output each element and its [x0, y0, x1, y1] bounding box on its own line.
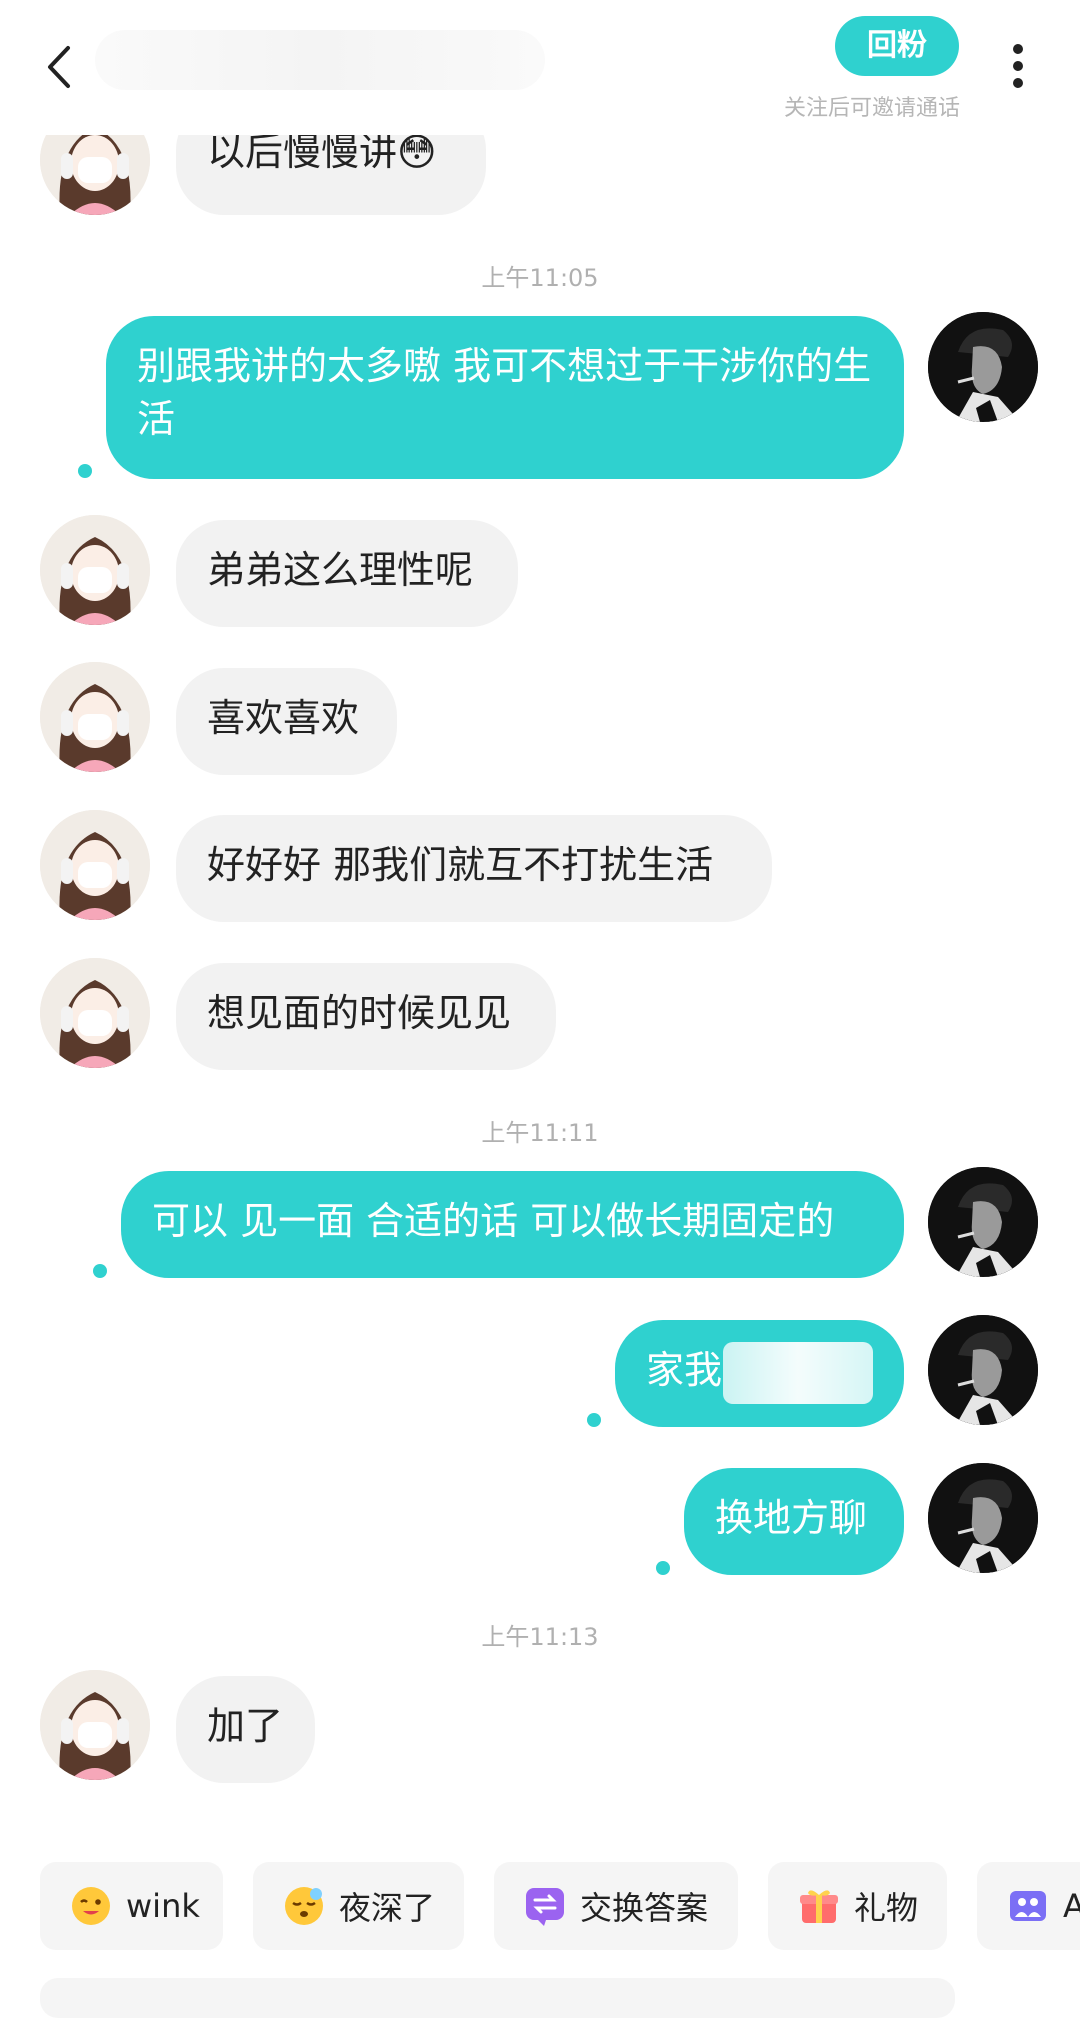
more-dot-icon [1013, 44, 1023, 54]
message-text: 弟弟这么理性呢 [207, 548, 474, 592]
message-bubble-incoming[interactable]: 喜欢喜欢 [176, 668, 397, 775]
follow-back-button[interactable]: 回粉 [835, 16, 959, 76]
message-text: 以后慢慢讲😳 [207, 130, 437, 174]
message-text: 别跟我讲的太多嗷 我可不想过于干涉你的生活 [137, 344, 872, 441]
message-bubble-outgoing[interactable]: 可以 见一面 合适的话 可以做长期固定的 [121, 1171, 904, 1278]
my-avatar[interactable] [928, 1463, 1038, 1573]
message-text: 可以 见一面 合适的话 可以做长期固定的 [152, 1199, 835, 1243]
unread-dot [93, 1264, 107, 1278]
girl-avatar-icon [40, 515, 150, 625]
quick-action-label: A [1063, 1887, 1080, 1925]
more-dot-icon [1013, 78, 1023, 88]
contact-avatar[interactable] [40, 810, 150, 920]
chat-messages: 以后慢慢讲😳 上午11:05 别跟我讲的太多嗷 我可不想过于干涉你的生活 弟弟这… [0, 0, 1080, 1830]
message-text: 换地方聊 [715, 1496, 868, 1540]
quick-action-gift[interactable]: 礼物 [768, 1862, 947, 1950]
unread-dot [587, 1413, 601, 1427]
quick-action-album[interactable]: A [977, 1862, 1080, 1950]
more-dot-icon [1013, 61, 1023, 71]
message-text: 加了 [207, 1704, 284, 1748]
chat-header: 回粉 关注后可邀请通话 [0, 0, 1080, 135]
girl-avatar-icon [40, 1670, 150, 1780]
girl-avatar-icon [40, 662, 150, 772]
sleepy-emoji-icon [285, 1887, 323, 1925]
quick-action-label: wink [126, 1887, 200, 1925]
my-avatar[interactable] [928, 312, 1038, 422]
message-bubble-outgoing[interactable]: 别跟我讲的太多嗷 我可不想过于干涉你的生活 [106, 316, 904, 479]
follow-hint: 关注后可邀请通话 [783, 96, 960, 121]
unread-dot [656, 1561, 670, 1575]
message-bubble-incoming[interactable]: 好好好 那我们就互不打扰生活 [176, 815, 772, 922]
man-avatar-icon [928, 1315, 1038, 1425]
quick-action-label: 夜深了 [339, 1889, 436, 1927]
album-icon [1010, 1891, 1046, 1921]
my-avatar[interactable] [928, 1167, 1038, 1277]
quick-action-late-night[interactable]: 夜深了 [253, 1862, 464, 1950]
message-bubble-outgoing[interactable]: 家我 [615, 1320, 904, 1427]
contact-avatar[interactable] [40, 1670, 150, 1780]
girl-avatar-icon [40, 810, 150, 920]
message-bubble-incoming[interactable]: 弟弟这么理性呢 [176, 520, 518, 627]
message-input-bar[interactable] [40, 1978, 955, 2018]
gift-icon [800, 1890, 838, 1923]
wink-emoji-icon [72, 1887, 110, 1925]
man-avatar-icon [928, 312, 1038, 422]
message-timestamp: 上午11:05 [481, 264, 599, 292]
contact-avatar[interactable] [40, 515, 150, 625]
message-text: 好好好 那我们就互不打扰生活 [207, 843, 714, 887]
exchange-icon [526, 1888, 564, 1926]
quick-action-label: 交换答案 [580, 1889, 709, 1927]
contact-name-blurred [95, 30, 545, 90]
man-avatar-icon [928, 1463, 1038, 1573]
chevron-left-icon [48, 46, 70, 88]
message-bubble-incoming[interactable]: 想见面的时候见见 [176, 963, 556, 1070]
message-timestamp: 上午11:11 [481, 1119, 599, 1147]
unread-dot [78, 464, 92, 478]
contact-avatar[interactable] [40, 662, 150, 772]
girl-avatar-icon [40, 958, 150, 1068]
message-text: 家我 [646, 1348, 723, 1392]
redaction-mask [723, 1342, 873, 1404]
message-bubble-incoming[interactable]: 加了 [176, 1676, 315, 1783]
message-text: 喜欢喜欢 [207, 696, 360, 740]
message-text: 想见面的时候见见 [207, 991, 512, 1035]
quick-action-exchange-answers[interactable]: 交换答案 [494, 1862, 738, 1950]
message-timestamp: 上午11:13 [481, 1623, 599, 1651]
my-avatar[interactable] [928, 1315, 1038, 1425]
contact-avatar[interactable] [40, 958, 150, 1068]
quick-action-label: 礼物 [854, 1889, 919, 1927]
quick-action-wink[interactable]: wink [40, 1862, 223, 1950]
message-bubble-outgoing[interactable]: 换地方聊 [684, 1468, 904, 1575]
quick-actions-bar: wink 夜深了 交换答案 礼物 A [0, 1862, 1080, 1952]
back-button[interactable] [40, 42, 80, 92]
more-options-button[interactable] [1005, 44, 1031, 94]
man-avatar-icon [928, 1167, 1038, 1277]
